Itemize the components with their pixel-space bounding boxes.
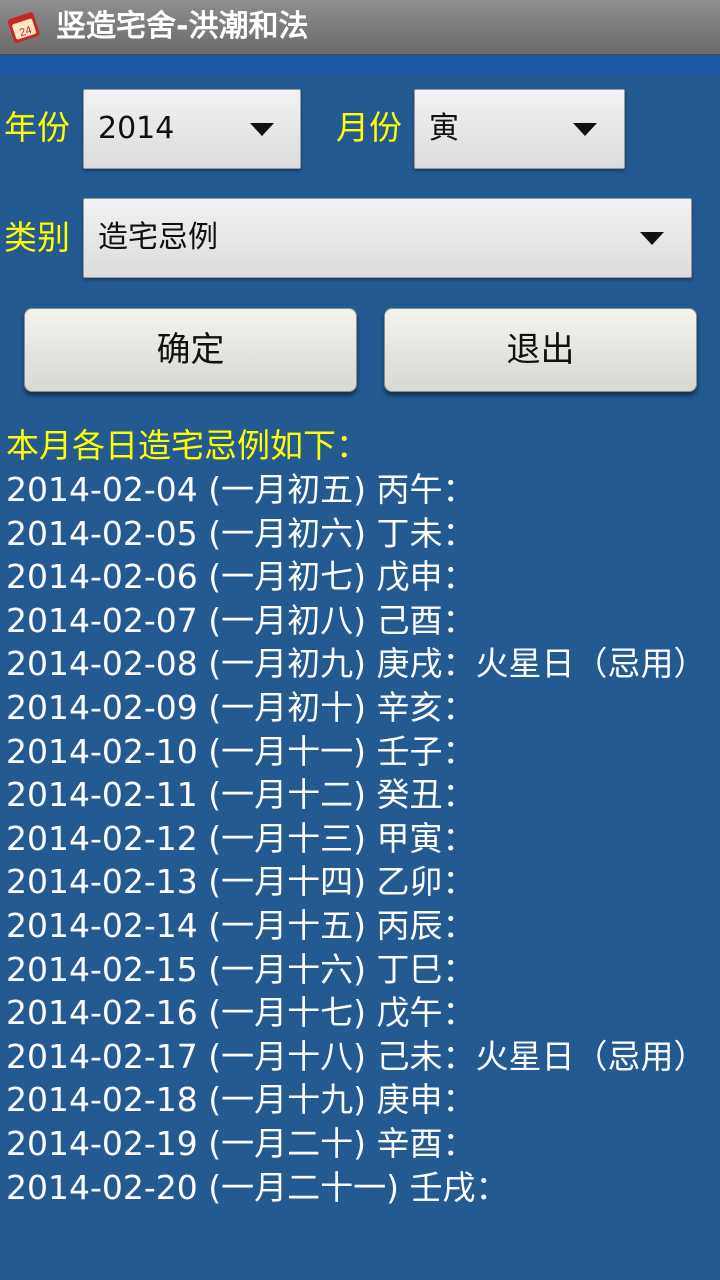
list-item: 2014-02-12 (一月十三) 甲寅： (6, 818, 476, 858)
chevron-down-icon (573, 123, 597, 136)
year-spinner[interactable]: 2014 (83, 89, 301, 169)
list-item: 2014-02-04 (一月初五) 丙午： (6, 470, 476, 509)
result-list[interactable]: 2014-02-04 (一月初五) 丙午： 2014-02-05 (一月初六) … (6, 468, 706, 1280)
year-label: 年份 (4, 108, 70, 147)
header-strip (0, 55, 720, 75)
category-label: 类别 (4, 218, 70, 257)
month-value: 寅 (429, 111, 459, 146)
list-item: 2014-02-17 (一月十八) 己未：火星日（忌用） (6, 1036, 706, 1076)
list-item: 2014-02-07 (一月初八) 己酉： (6, 600, 476, 640)
month-spinner[interactable]: 寅 (414, 89, 625, 169)
list-item: 2014-02-06 (一月初七) 戊申： (6, 557, 476, 597)
list-item: 2014-02-05 (一月初六) 丁未： (6, 513, 476, 553)
category-value: 造宅忌例 (98, 220, 218, 255)
list-item: 2014-02-13 (一月十四) 乙卯： (6, 862, 476, 902)
list-item: 2014-02-10 (一月十一) 壬子： (6, 731, 476, 771)
chevron-down-icon (640, 232, 664, 245)
list-item: 2014-02-19 (一月二十) 辛酉： (6, 1123, 476, 1163)
title-bar: 24 竖造宅舍-洪潮和法 (0, 0, 720, 55)
list-item: 2014-02-14 (一月十五) 丙辰： (6, 905, 476, 945)
chevron-down-icon (250, 123, 274, 136)
list-item: 2014-02-16 (一月十七) 戊午： (6, 993, 476, 1033)
list-item: 2014-02-18 (一月十九) 庚申： (6, 1080, 476, 1120)
category-spinner[interactable]: 造宅忌例 (83, 198, 692, 278)
exit-button[interactable]: 退出 (384, 308, 697, 392)
confirm-button[interactable]: 确定 (24, 308, 357, 392)
year-value: 2014 (98, 111, 175, 146)
calendar-app-icon: 24 (7, 12, 40, 43)
list-item: 2014-02-08 (一月初九) 庚戌：火星日（忌用） (6, 644, 706, 684)
app-title: 竖造宅舍-洪潮和法 (56, 9, 309, 44)
list-item: 2014-02-15 (一月十六) 丁巳： (6, 949, 476, 989)
list-item: 2014-02-09 (一月初十) 辛亥： (6, 687, 476, 727)
month-label: 月份 (336, 108, 402, 147)
list-item: 2014-02-11 (一月十二) 癸丑： (6, 775, 476, 815)
result-heading: 本月各日造宅忌例如下： (6, 426, 369, 465)
list-item: 2014-02-20 (一月二十一) 壬戌： (6, 1167, 509, 1207)
